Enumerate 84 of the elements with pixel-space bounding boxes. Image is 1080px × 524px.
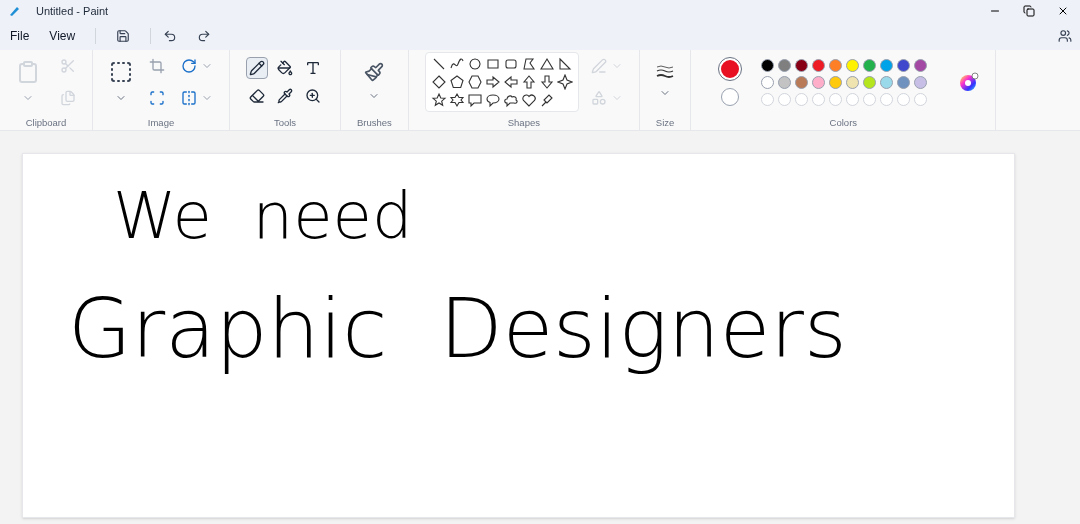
color-swatch[interactable] bbox=[829, 75, 843, 89]
color-wheel-icon[interactable] bbox=[959, 72, 980, 93]
flip-icon[interactable] bbox=[181, 90, 197, 107]
polygon-shape-icon[interactable] bbox=[520, 56, 537, 73]
primary-color[interactable] bbox=[719, 58, 742, 81]
line-size-icon[interactable] bbox=[656, 65, 675, 80]
eraser-icon bbox=[249, 88, 265, 105]
righttri-shape-icon[interactable] bbox=[556, 56, 573, 73]
diamond-shape-icon[interactable] bbox=[430, 74, 447, 91]
color-swatch[interactable] bbox=[914, 58, 928, 72]
window-title: Untitled - Paint bbox=[36, 3, 109, 19]
triangle-shape-icon[interactable] bbox=[538, 56, 555, 73]
color-swatch[interactable] bbox=[914, 75, 928, 89]
calloutrect-shape-icon[interactable] bbox=[466, 92, 483, 109]
arrowup-shape-icon[interactable] bbox=[520, 74, 537, 91]
empty-color-slot[interactable] bbox=[812, 92, 826, 106]
color-swatch[interactable] bbox=[880, 75, 894, 89]
group-label: Shapes bbox=[507, 115, 540, 130]
empty-color-slot[interactable] bbox=[778, 92, 792, 106]
group-label: Brushes bbox=[357, 115, 392, 130]
star6-shape-icon[interactable] bbox=[448, 92, 465, 109]
arrowleft-shape-icon[interactable] bbox=[502, 74, 519, 91]
empty-color-slot[interactable] bbox=[897, 92, 911, 106]
group-label: Tools bbox=[273, 115, 297, 130]
redo-icon[interactable] bbox=[197, 29, 212, 43]
empty-color-slot[interactable] bbox=[829, 92, 843, 106]
secondary-color[interactable] bbox=[721, 88, 740, 107]
group-label: Clipboard bbox=[25, 115, 67, 130]
account-icon[interactable] bbox=[1058, 29, 1072, 43]
group-label: Colors bbox=[829, 115, 858, 130]
color-swatch[interactable] bbox=[795, 75, 809, 89]
arrowright-shape-icon[interactable] bbox=[484, 74, 501, 91]
group-label: Image bbox=[147, 115, 175, 130]
color-swatch[interactable] bbox=[778, 75, 792, 89]
resize-icon[interactable] bbox=[149, 90, 165, 107]
pentagon-shape-icon[interactable] bbox=[448, 74, 465, 91]
color-swatch[interactable] bbox=[897, 58, 911, 72]
zoom-icon bbox=[305, 88, 321, 105]
color-swatch[interactable] bbox=[761, 58, 775, 72]
color-swatch[interactable] bbox=[812, 58, 826, 72]
color-swatch[interactable] bbox=[897, 75, 911, 89]
empty-color-slot[interactable] bbox=[846, 92, 860, 106]
save-icon[interactable] bbox=[116, 29, 131, 43]
color-swatch[interactable] bbox=[795, 58, 809, 72]
arrowdown-shape-icon[interactable] bbox=[538, 74, 555, 91]
hexagon-shape-icon[interactable] bbox=[466, 74, 483, 91]
color-swatch[interactable] bbox=[761, 75, 775, 89]
color-swatch[interactable] bbox=[778, 58, 792, 72]
pencil-icon bbox=[249, 60, 265, 77]
brush-icon[interactable] bbox=[364, 62, 385, 83]
empty-color-slot[interactable] bbox=[880, 92, 894, 106]
color-swatch[interactable] bbox=[846, 75, 860, 89]
restore-icon[interactable] bbox=[1023, 5, 1035, 17]
oval-shape-icon[interactable] bbox=[466, 56, 483, 73]
star5-shape-icon[interactable] bbox=[430, 92, 447, 109]
paint-bucket-icon bbox=[277, 60, 293, 77]
color-swatch[interactable] bbox=[863, 75, 877, 89]
rotate-icon[interactable] bbox=[181, 58, 197, 75]
heart-shape-icon[interactable] bbox=[520, 92, 537, 109]
empty-color-slot[interactable] bbox=[795, 92, 809, 106]
empty-color-slot[interactable] bbox=[914, 92, 928, 106]
empty-color-slot[interactable] bbox=[761, 92, 775, 106]
color-picker-icon bbox=[277, 88, 293, 105]
calloutoval-shape-icon[interactable] bbox=[484, 92, 501, 109]
handwritten-text: We need bbox=[113, 184, 414, 248]
undo-icon[interactable] bbox=[163, 29, 178, 43]
pencil-tool-button[interactable] bbox=[246, 57, 268, 80]
color-swatch[interactable] bbox=[846, 58, 860, 72]
drawing-canvas[interactable]: We need Graphic Designers bbox=[22, 153, 1015, 518]
calloutcloud-shape-icon[interactable] bbox=[502, 92, 519, 109]
color-swatch[interactable] bbox=[880, 58, 894, 72]
color-swatch[interactable] bbox=[863, 58, 877, 72]
app-icon bbox=[8, 5, 20, 17]
group-label: Size bbox=[655, 115, 675, 130]
menu-item[interactable]: File bbox=[10, 27, 30, 45]
text-icon bbox=[305, 60, 321, 77]
color-swatch[interactable] bbox=[829, 58, 843, 72]
empty-color-slot[interactable] bbox=[863, 92, 877, 106]
star4-shape-icon[interactable] bbox=[556, 74, 573, 91]
menu-item[interactable]: View bbox=[49, 27, 76, 45]
close-icon[interactable] bbox=[1057, 5, 1069, 17]
color-swatch[interactable] bbox=[812, 75, 826, 89]
crop-icon[interactable] bbox=[149, 58, 165, 75]
select-icon[interactable] bbox=[109, 60, 133, 85]
